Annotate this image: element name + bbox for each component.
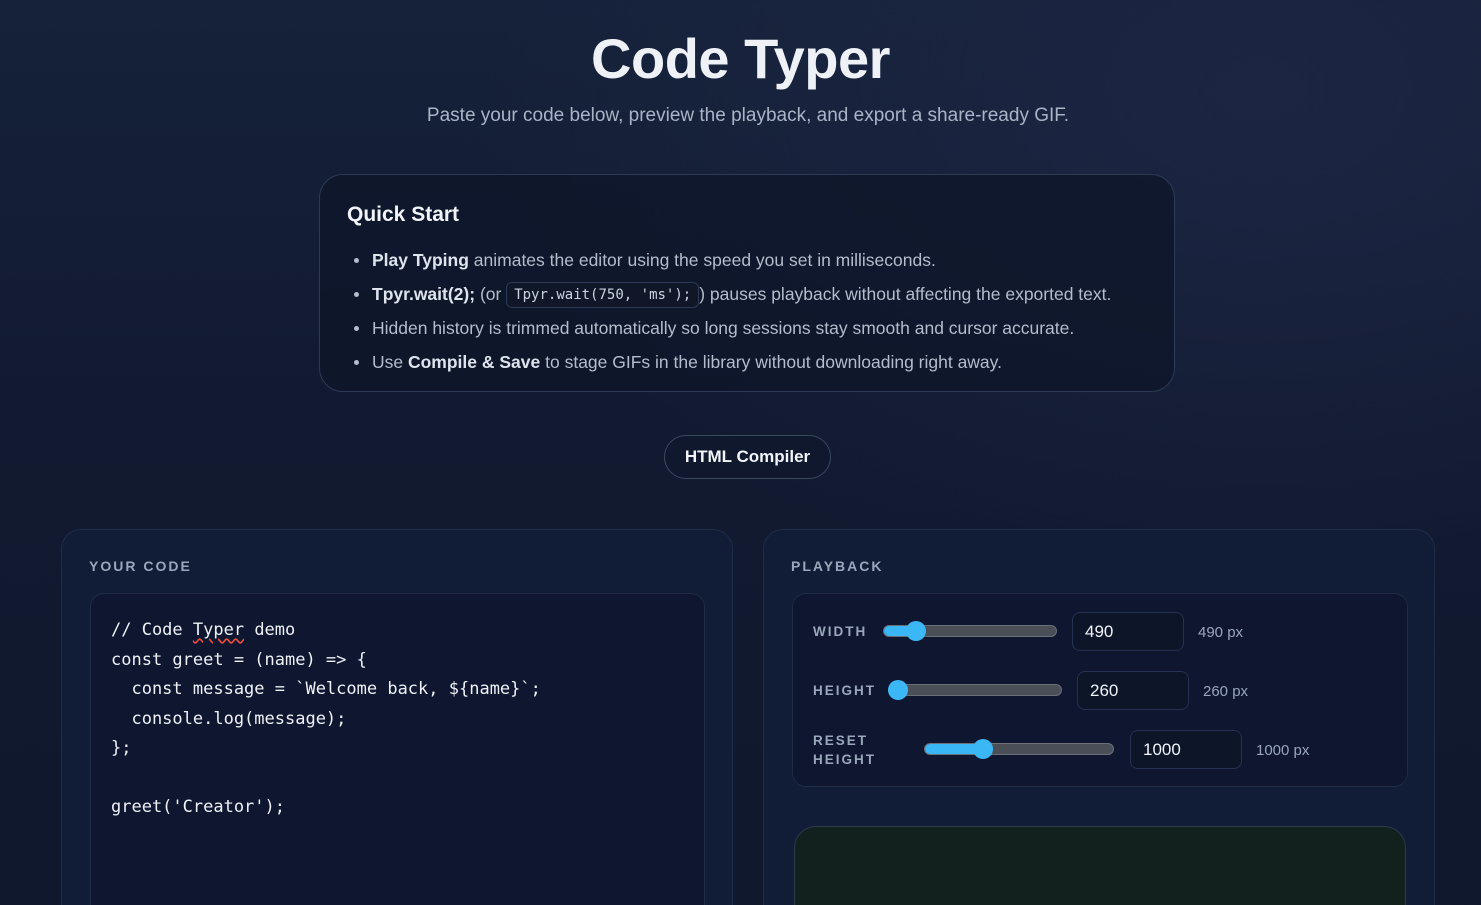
playback-panel-label: PLAYBACK xyxy=(791,558,884,574)
quick-start-item-pre: Use xyxy=(372,352,408,372)
width-slider-thumb[interactable] xyxy=(906,621,927,641)
code-line: console.log(message); xyxy=(111,708,347,729)
quick-start-item-bold: Compile & Save xyxy=(407,352,541,372)
html-compiler-button[interactable]: HTML Compiler xyxy=(664,435,831,479)
quick-start-item-history: Hidden history is trimmed automatically … xyxy=(347,313,1147,347)
quick-start-item-text: ) pauses playback without affecting the … xyxy=(699,284,1112,304)
quick-start-item-text: Hidden history is trimmed automatically … xyxy=(372,318,1075,338)
quick-start-item-bold: Tpyr.wait(2); xyxy=(372,284,476,304)
code-panel-label: YOUR CODE xyxy=(89,558,192,574)
height-label: HEIGHT xyxy=(813,683,877,698)
code-line: // Code Typer demo xyxy=(111,620,296,640)
width-label: WIDTH xyxy=(813,624,868,639)
quick-start-item-bold: Play Typing xyxy=(372,250,469,270)
height-unit: 260 px xyxy=(1203,683,1249,700)
playback-preview xyxy=(794,826,1406,905)
reset-height-label: RESET HEIGHT xyxy=(813,731,876,769)
code-panel: YOUR CODE // Code Typer demo const greet … xyxy=(61,529,733,905)
spellcheck-word: Typer xyxy=(192,620,245,640)
reset-height-input[interactable] xyxy=(1130,730,1242,769)
width-unit: 490 px xyxy=(1198,624,1244,641)
quick-start-item-wait: Tpyr.wait(2); (or Tpyr.wait(750, 'ms');)… xyxy=(347,279,1147,313)
code-editor[interactable]: // Code Typer demo const greet = (name) =… xyxy=(90,593,705,905)
height-slider[interactable] xyxy=(888,684,1062,696)
reset-height-slider[interactable] xyxy=(924,743,1114,755)
page-title: Code Typer xyxy=(591,27,890,90)
height-input[interactable] xyxy=(1077,671,1189,710)
playback-panel: PLAYBACK WIDTH 490 px HEIGHT 260 px RESE… xyxy=(763,529,1435,905)
quick-start-item-pre: (or xyxy=(475,284,507,304)
code-line: const message = `Welcome back, ${name}`; xyxy=(111,679,541,699)
quick-start-card: Quick Start Play Typing animates the edi… xyxy=(319,174,1175,392)
quick-start-title: Quick Start xyxy=(347,203,460,226)
quick-start-item-play-typing: Play Typing animates the editor using th… xyxy=(347,245,1147,279)
code-line: }; xyxy=(111,738,132,758)
reset-height-label-line2: HEIGHT xyxy=(813,752,877,767)
inline-code: Tpyr.wait(750, 'ms'); xyxy=(506,282,700,308)
reset-height-unit: 1000 px xyxy=(1256,742,1310,759)
code-line: const greet = (name) => { xyxy=(111,649,367,670)
quick-start-item-text: animates the editor using the speed you … xyxy=(468,250,936,270)
page-subtitle: Paste your code below, preview the playb… xyxy=(426,105,1070,126)
width-input[interactable] xyxy=(1072,612,1184,651)
code-line: greet('Creator'); xyxy=(111,797,285,817)
quick-start-list: Play Typing animates the editor using th… xyxy=(347,245,1147,381)
height-slider-thumb[interactable] xyxy=(888,680,909,700)
quick-start-item-text: to stage GIFs in the library without dow… xyxy=(540,352,1002,372)
quick-start-item-compile: Use Compile & Save to stage GIFs in the … xyxy=(347,347,1147,381)
playback-settings: WIDTH 490 px HEIGHT 260 px RESET HEIGHT … xyxy=(792,593,1408,787)
reset-height-label-line1: RESET xyxy=(813,733,869,748)
reset-height-slider-thumb[interactable] xyxy=(972,739,993,759)
